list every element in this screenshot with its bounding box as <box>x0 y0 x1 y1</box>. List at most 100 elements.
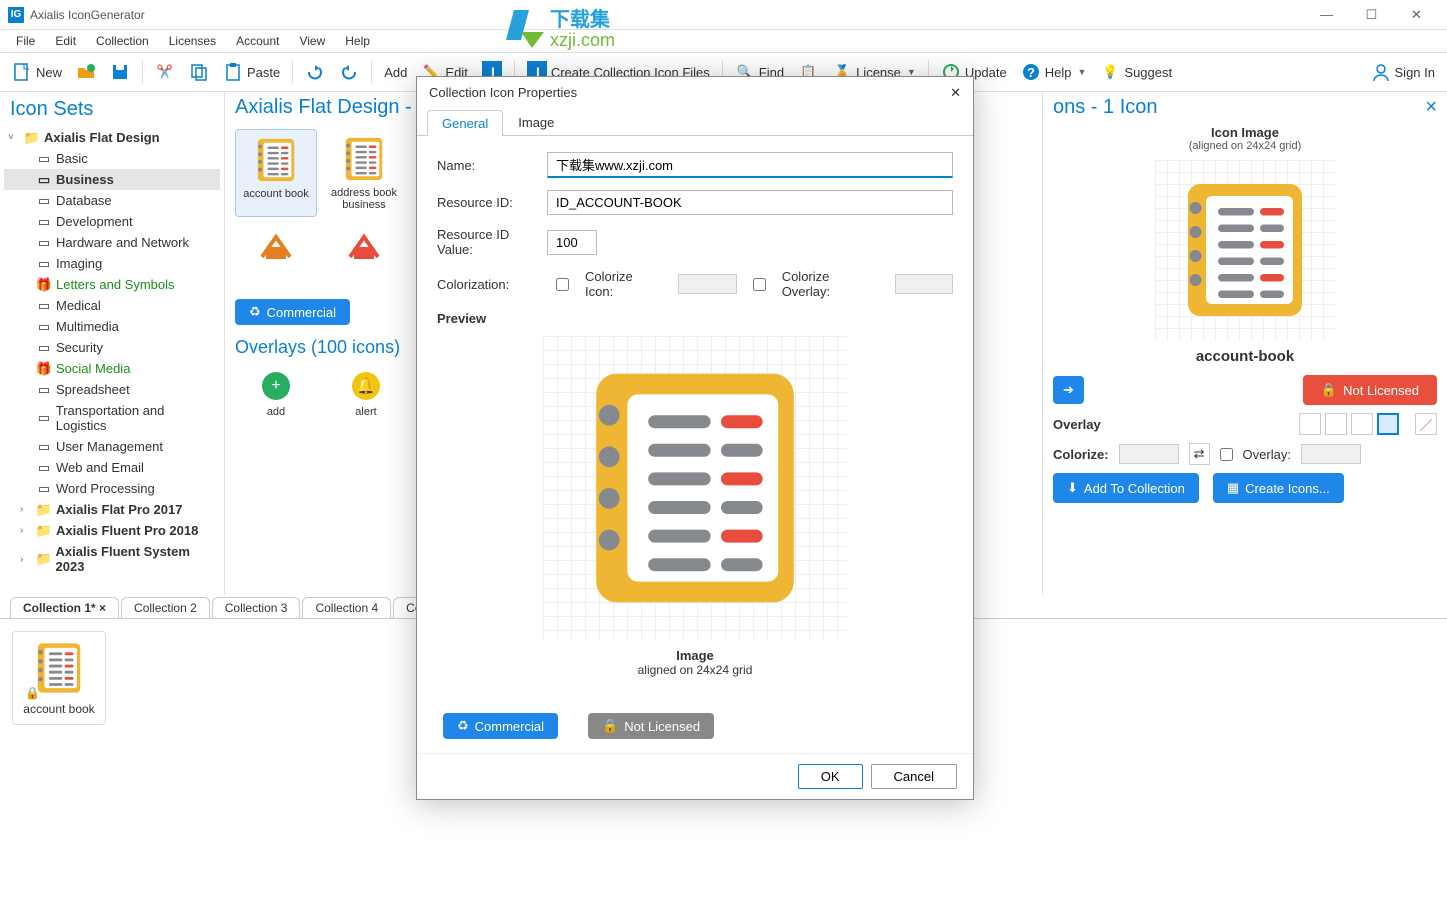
menu-licenses[interactable]: Licenses <box>161 32 224 50</box>
window-close-button[interactable]: ✕ <box>1394 0 1439 30</box>
cancel-button[interactable]: Cancel <box>871 764 957 789</box>
copy-button[interactable] <box>183 58 215 86</box>
undo-button[interactable] <box>299 58 331 86</box>
tree-item-user-management[interactable]: ▭User Management <box>4 436 220 457</box>
tree-item-transportation-and-logistics[interactable]: ▭Transportation and Logistics <box>4 400 220 436</box>
page-icon: ▭ <box>36 320 52 334</box>
resource-id-value-input[interactable] <box>547 230 597 255</box>
resource-id-input[interactable] <box>547 190 953 215</box>
link-icon[interactable]: ⇄ <box>1189 443 1210 465</box>
tree-item-social-media[interactable]: 🎁Social Media <box>4 358 220 379</box>
tree-item-basic[interactable]: ▭Basic <box>4 148 220 169</box>
open-button[interactable] <box>70 58 102 86</box>
tree-item-multimedia[interactable]: ▭Multimedia <box>4 316 220 337</box>
overlay-pos-br[interactable] <box>1377 413 1399 435</box>
folder-icon: 📁 <box>36 524 52 538</box>
tree-item-word-processing[interactable]: ▭Word Processing <box>4 478 220 499</box>
icon-tile[interactable]: address book business <box>323 129 405 217</box>
dialog-commercial-badge[interactable]: ♻Commercial <box>443 713 558 739</box>
expand-icon: › <box>20 554 32 565</box>
tree-item-axialis-flat-pro-2017[interactable]: ›📁Axialis Flat Pro 2017 <box>4 499 220 520</box>
suggest-button[interactable]: 💡Suggest <box>1094 58 1178 86</box>
ok-button[interactable]: OK <box>798 764 863 789</box>
resource-id-value-label: Resource ID Value: <box>437 227 547 257</box>
tree-item-medical[interactable]: ▭Medical <box>4 295 220 316</box>
dialog-not-licensed-badge[interactable]: 🔒Not Licensed <box>588 713 714 739</box>
tab-collection-3[interactable]: Collection 3 <box>212 597 301 618</box>
overlay-pos-none[interactable]: ／ <box>1415 413 1437 435</box>
overlay-pos-tl[interactable] <box>1299 413 1321 435</box>
overlay-tile-add[interactable]: +add <box>231 364 321 426</box>
sidebar: Icon Sets ˅📁Axialis Flat Design ▭Basic▭B… <box>0 92 225 595</box>
overlay-swatch[interactable] <box>1301 444 1361 464</box>
expand-icon: › <box>20 525 32 536</box>
paste-button[interactable]: Paste <box>217 58 286 86</box>
colorize-icon-checkbox[interactable] <box>556 278 569 291</box>
colorize-overlay-checkbox[interactable] <box>753 278 766 291</box>
help-button[interactable]: ?Help▼ <box>1015 58 1093 86</box>
app-icon: IG <box>8 7 24 23</box>
tree-item-database[interactable]: ▭Database <box>4 190 220 211</box>
dialog-close-button[interactable]: ✕ <box>950 85 961 101</box>
dialog-tab-image[interactable]: Image <box>503 109 569 135</box>
overlay-tile-alert[interactable]: 🔔alert <box>321 364 411 426</box>
close-tab-icon[interactable]: × <box>99 601 106 615</box>
app-title: Axialis IconGenerator <box>30 8 145 22</box>
window-minimize-button[interactable]: — <box>1304 0 1349 30</box>
tree-item-web-and-email[interactable]: ▭Web and Email <box>4 457 220 478</box>
tree-item-axialis-fluent-system-2023[interactable]: ›📁Axialis Fluent System 2023 <box>4 541 220 577</box>
colorize-icon-swatch[interactable] <box>678 274 736 294</box>
tree-item-axialis-fluent-pro-2018[interactable]: ›📁Axialis Fluent Pro 2018 <box>4 520 220 541</box>
preview-sub: aligned on 24x24 grid <box>437 663 953 677</box>
menu-collection[interactable]: Collection <box>88 32 157 50</box>
colorize-overlay-swatch[interactable] <box>895 274 953 294</box>
tab-collection-1[interactable]: Collection 1* × <box>10 597 119 618</box>
new-button[interactable]: New <box>6 58 68 86</box>
sign-in-button[interactable]: Sign In <box>1365 58 1441 86</box>
commercial-badge[interactable]: ♻Commercial <box>235 299 350 325</box>
menu-help[interactable]: Help <box>337 32 378 50</box>
undo-icon <box>305 62 325 82</box>
add-button[interactable]: Add <box>378 61 413 84</box>
colorize-swatch[interactable] <box>1119 444 1179 464</box>
page-icon: ▭ <box>36 411 52 425</box>
collection-icon-properties-dialog: Collection Icon Properties✕ General Imag… <box>416 76 974 800</box>
icon-tile[interactable] <box>323 223 405 287</box>
menu-file[interactable]: File <box>8 32 43 50</box>
collection-tile[interactable]: 🔒 account book <box>12 631 106 725</box>
tree-item-business[interactable]: ▭Business <box>4 169 220 190</box>
icon-tile[interactable] <box>235 223 317 287</box>
overlay-pos-bl[interactable] <box>1351 413 1373 435</box>
tree-item-security[interactable]: ▭Security <box>4 337 220 358</box>
tab-collection-2[interactable]: Collection 2 <box>121 597 210 618</box>
save-button[interactable] <box>104 58 136 86</box>
create-icons-button[interactable]: ▦Create Icons... <box>1213 473 1344 503</box>
new-file-icon <box>12 62 32 82</box>
tree-root[interactable]: ˅📁Axialis Flat Design <box>4 127 220 148</box>
overlay-pos-tr[interactable] <box>1325 413 1347 435</box>
tree-item-letters-and-symbols[interactable]: 🎁Letters and Symbols <box>4 274 220 295</box>
menu-edit[interactable]: Edit <box>47 32 84 50</box>
tab-collection-4[interactable]: Collection 4 <box>302 597 391 618</box>
name-input[interactable] <box>547 152 953 178</box>
user-icon <box>1371 62 1391 82</box>
alert-icon: 🔔 <box>352 372 380 400</box>
next-button[interactable]: ➔ <box>1053 376 1084 404</box>
overlay-checkbox[interactable] <box>1220 448 1233 461</box>
icon-tile[interactable]: account book <box>235 129 317 217</box>
redo-button[interactable] <box>333 58 365 86</box>
menu-view[interactable]: View <box>291 32 333 50</box>
close-panel-icon[interactable]: × <box>1425 96 1437 119</box>
cut-button[interactable]: ✂️ <box>149 58 181 86</box>
tree-item-hardware-and-network[interactable]: ▭Hardware and Network <box>4 232 220 253</box>
dialog-tab-general[interactable]: General <box>427 110 503 136</box>
tree-item-spreadsheet[interactable]: ▭Spreadsheet <box>4 379 220 400</box>
menu-account[interactable]: Account <box>228 32 287 50</box>
window-maximize-button[interactable]: ☐ <box>1349 0 1394 30</box>
gift-icon: 🎁 <box>36 362 52 376</box>
page-icon: ▭ <box>36 440 52 454</box>
tree-item-development[interactable]: ▭Development <box>4 211 220 232</box>
tree-item-imaging[interactable]: ▭Imaging <box>4 253 220 274</box>
add-to-collection-button[interactable]: ⬇Add To Collection <box>1053 473 1199 503</box>
not-licensed-badge[interactable]: 🔒Not Licensed <box>1303 375 1437 405</box>
